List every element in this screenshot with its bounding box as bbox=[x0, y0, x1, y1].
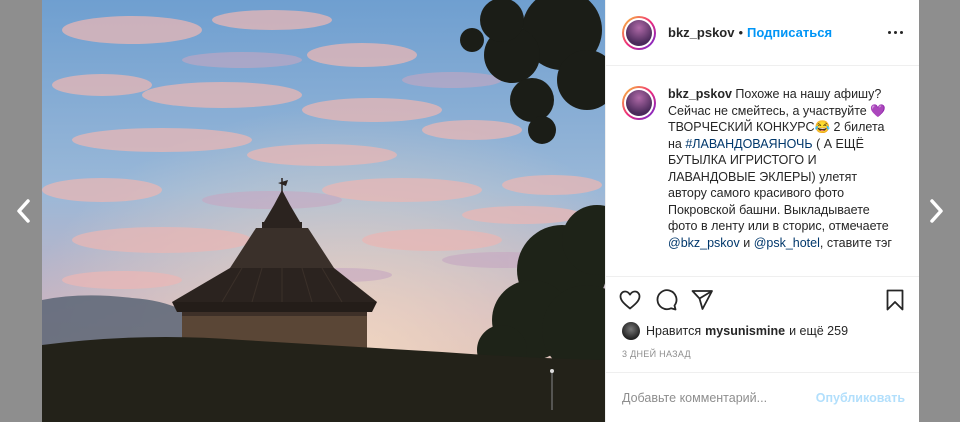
paper-plane-icon bbox=[691, 289, 713, 310]
comment-bar: Опубликовать bbox=[606, 372, 919, 422]
action-bar bbox=[606, 276, 919, 322]
caption-section: bkz_pskov Похоже на нашу афишу? Сейчас н… bbox=[606, 66, 919, 276]
chevron-right-icon bbox=[930, 199, 943, 223]
tower-photo-image bbox=[42, 0, 605, 422]
next-post-arrow[interactable] bbox=[922, 196, 952, 226]
more-horizontal-icon[interactable] bbox=[888, 31, 903, 34]
caption-username[interactable]: bkz_pskov bbox=[668, 87, 732, 101]
mention-psk-hotel[interactable]: @psk_hotel bbox=[754, 236, 820, 250]
save-button[interactable] bbox=[883, 288, 907, 312]
previous-post-arrow[interactable] bbox=[8, 196, 38, 226]
post-photo[interactable] bbox=[42, 0, 605, 422]
mention-bkz-pskov[interactable]: @bkz_pskov bbox=[668, 236, 740, 250]
author-avatar[interactable] bbox=[622, 15, 656, 50]
caption-part-3: и bbox=[739, 235, 754, 250]
comment-button[interactable] bbox=[654, 288, 678, 312]
caption-part-4: , ставите тэг bbox=[819, 235, 892, 250]
liker-avatar[interactable] bbox=[622, 322, 640, 340]
hashtag-lavender-night[interactable]: #ЛАВАНДОВАЯНОЧЬ bbox=[685, 137, 812, 151]
like-button[interactable] bbox=[618, 288, 642, 312]
follow-button[interactable]: Подписаться bbox=[747, 25, 832, 40]
chevron-left-icon bbox=[17, 199, 30, 223]
separator-dot: • bbox=[738, 25, 744, 40]
post-header: bkz_pskov • Подписаться bbox=[606, 0, 919, 66]
author-username[interactable]: bkz_pskov bbox=[668, 25, 734, 40]
likes-prefix: Нравится bbox=[646, 324, 702, 338]
comment-input[interactable] bbox=[620, 389, 816, 406]
post-sidebar: bkz_pskov • Подписаться bkz_pskov Похоже… bbox=[605, 0, 919, 422]
post-date[interactable]: 3 ДНЕЙ НАЗАД bbox=[622, 349, 691, 359]
likes-summary: Нравится mysunismine и ещё 259 bbox=[622, 320, 903, 342]
post-modal: bkz_pskov • Подписаться bkz_pskov Похоже… bbox=[42, 0, 919, 422]
publish-comment-button[interactable]: Опубликовать bbox=[816, 391, 905, 405]
caption-text: bkz_pskov Похоже на нашу афишу? Сейчас н… bbox=[668, 86, 896, 251]
liker-username[interactable]: mysunismine bbox=[705, 324, 785, 338]
share-button[interactable] bbox=[690, 288, 714, 312]
comment-icon bbox=[656, 288, 678, 310]
caption-author-avatar[interactable] bbox=[622, 86, 656, 120]
likes-count[interactable]: и ещё 259 bbox=[789, 324, 848, 338]
bookmark-icon bbox=[886, 289, 904, 310]
heart-icon bbox=[619, 290, 641, 309]
